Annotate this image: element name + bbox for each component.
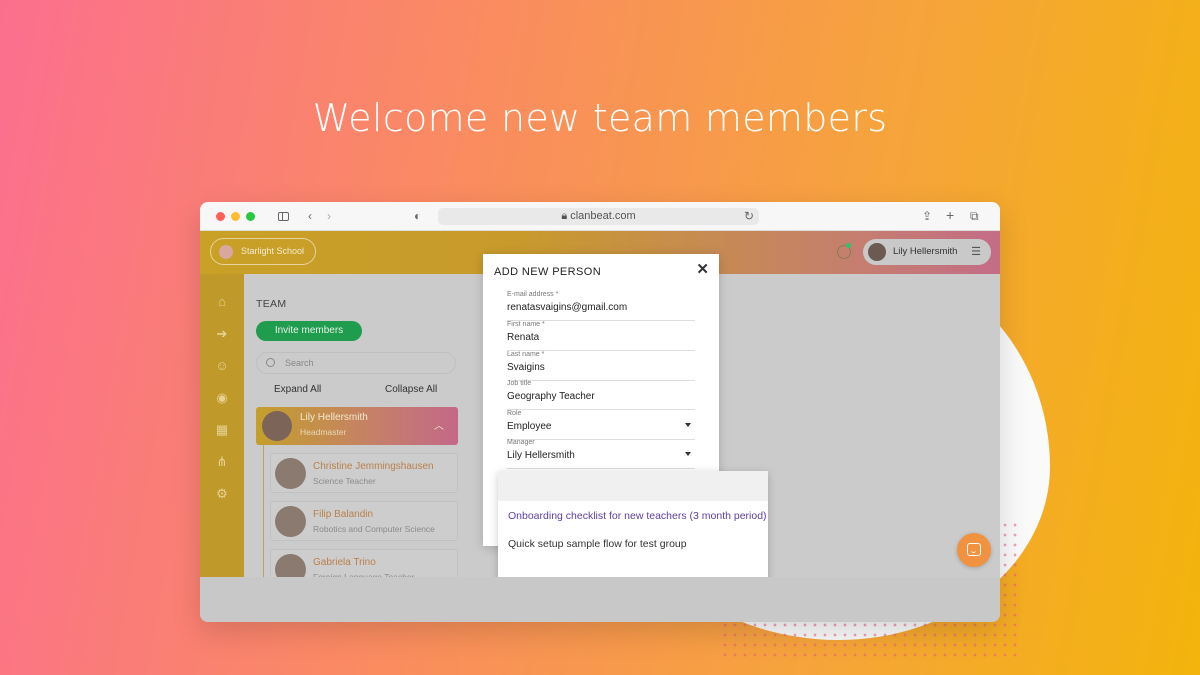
field-value: Geography Teacher: [507, 391, 595, 402]
dropdown-option[interactable]: Onboarding checklist for new teachers (3…: [508, 510, 767, 522]
dropdown-empty-option[interactable]: [498, 471, 768, 501]
arrow-circle-icon[interactable]: ➔: [214, 326, 230, 342]
last-name-field[interactable]: Last name * Svaigins: [507, 351, 695, 381]
browser-toolbar: ‹ › ◐ 🔒︎ clanbeat.com ↻ ⇪ + ⧉: [200, 202, 1000, 231]
url-bar[interactable]: 🔒︎ clanbeat.com: [438, 208, 759, 225]
field-label: Job title: [507, 380, 532, 387]
member-name: Filip Balandin: [313, 509, 374, 520]
field-value: Lily Hellersmith: [507, 450, 575, 461]
minimize-window-button[interactable]: [231, 212, 240, 221]
field-value: Employee: [507, 421, 552, 432]
user-avatar: [868, 243, 886, 261]
shield-icon[interactable]: ◐: [414, 209, 421, 223]
notification-badge: [846, 243, 851, 248]
search-placeholder: Search: [285, 358, 314, 368]
org-logo-icon: [219, 245, 233, 259]
role-select[interactable]: Role Employee: [507, 410, 695, 440]
team-title: TEAM: [256, 298, 287, 310]
field-value: Renata: [507, 332, 540, 343]
browser-bottom-area: [200, 577, 1000, 622]
avatar: [275, 506, 306, 537]
gamepad-icon[interactable]: ◉: [214, 390, 230, 406]
home-icon[interactable]: ⌂: [214, 294, 230, 310]
forward-icon[interactable]: ›: [327, 209, 331, 223]
field-value: renatasvaigins@gmail.com: [507, 302, 628, 313]
reload-icon[interactable]: ↻: [744, 209, 754, 223]
caret-down-icon: [685, 452, 691, 456]
member-name: Gabriela Trino: [313, 557, 376, 568]
field-label: Last name *: [507, 351, 545, 358]
user-name: Lily Hellersmith: [893, 246, 958, 257]
tree-connector: [263, 445, 264, 577]
dropdown-option[interactable]: Quick setup sample flow for test group: [508, 538, 687, 550]
new-tab-icon[interactable]: +: [946, 208, 954, 222]
page-headline: Welcome new team members: [312, 96, 888, 140]
email-field[interactable]: E-mail address * renatasvaigins@gmail.co…: [507, 291, 695, 321]
org-name: Starlight School: [241, 246, 305, 256]
manager-select[interactable]: Manager Lily Hellersmith: [507, 439, 695, 469]
lock-icon: 🔒︎: [561, 210, 568, 222]
chat-icon: [967, 543, 981, 556]
left-nav: ⌂ ➔ ☺ ◉ ▦ ⋔ ⚙: [200, 274, 244, 577]
avatar: [275, 458, 306, 489]
org-switcher[interactable]: Starlight School: [210, 238, 316, 265]
modal-title: ADD NEW PERSON: [494, 266, 602, 278]
user-menu[interactable]: Lily Hellersmith ☰: [863, 239, 991, 265]
team-member-card[interactable]: Gabriela Trino Foreign Language Teacher: [270, 549, 458, 577]
tabs-overview-icon[interactable]: ⧉: [970, 209, 979, 223]
team-lead-card[interactable]: Lily Hellersmith Headmaster ︿: [256, 407, 458, 445]
org-chart-icon[interactable]: ⋔: [214, 454, 230, 470]
member-role: Science Teacher: [313, 476, 376, 486]
member-name: Lily Hellersmith: [300, 412, 368, 423]
gear-icon[interactable]: ⚙: [214, 486, 230, 502]
browser-window: ‹ › ◐ 🔒︎ clanbeat.com ↻ ⇪ + ⧉ Starlight …: [200, 202, 1000, 622]
avatar: [262, 411, 292, 441]
caret-down-icon: [685, 423, 691, 427]
sidebar-toggle-icon[interactable]: [278, 212, 289, 221]
field-label: Role: [507, 410, 522, 417]
close-window-button[interactable]: [216, 212, 225, 221]
onboarding-flow-dropdown: Onboarding checklist for new teachers (3…: [498, 471, 768, 577]
member-role: Headmaster: [300, 427, 347, 437]
chat-support-button[interactable]: [957, 533, 991, 567]
avatar: [275, 554, 306, 577]
job-title-field[interactable]: Job title Geography Teacher: [507, 380, 695, 410]
hamburger-menu-icon[interactable]: ☰: [971, 239, 981, 265]
invite-members-button[interactable]: Invite members: [256, 321, 362, 341]
chevron-up-icon[interactable]: ︿: [434, 417, 444, 432]
team-member-card[interactable]: Filip Balandin Robotics and Computer Sci…: [270, 501, 458, 541]
people-icon[interactable]: ☺: [214, 358, 230, 374]
search-input[interactable]: Search: [256, 352, 456, 374]
url-text: clanbeat.com: [570, 210, 636, 222]
member-role: Robotics and Computer Science: [313, 524, 435, 534]
field-label: First name *: [507, 321, 545, 328]
calendar-icon[interactable]: ▦: [214, 422, 230, 438]
field-label: Manager: [507, 439, 535, 446]
member-name: Christine Jemmingshausen: [313, 461, 434, 472]
team-member-card[interactable]: Christine Jemmingshausen Science Teacher: [270, 453, 458, 493]
field-label: E-mail address *: [507, 291, 559, 298]
back-icon[interactable]: ‹: [308, 209, 312, 223]
app-viewport: Starlight School Lily Hellersmith ☰ ⌂ ➔ …: [200, 231, 1000, 577]
search-icon: [266, 358, 275, 367]
field-value: Svaigins: [507, 362, 545, 373]
first-name-field[interactable]: First name * Renata: [507, 321, 695, 351]
collapse-all-button[interactable]: Collapse All: [385, 384, 437, 395]
share-icon[interactable]: ⇪: [922, 209, 932, 223]
maximize-window-button[interactable]: [246, 212, 255, 221]
expand-all-button[interactable]: Expand All: [274, 384, 321, 395]
close-icon[interactable]: ✕: [696, 260, 709, 278]
